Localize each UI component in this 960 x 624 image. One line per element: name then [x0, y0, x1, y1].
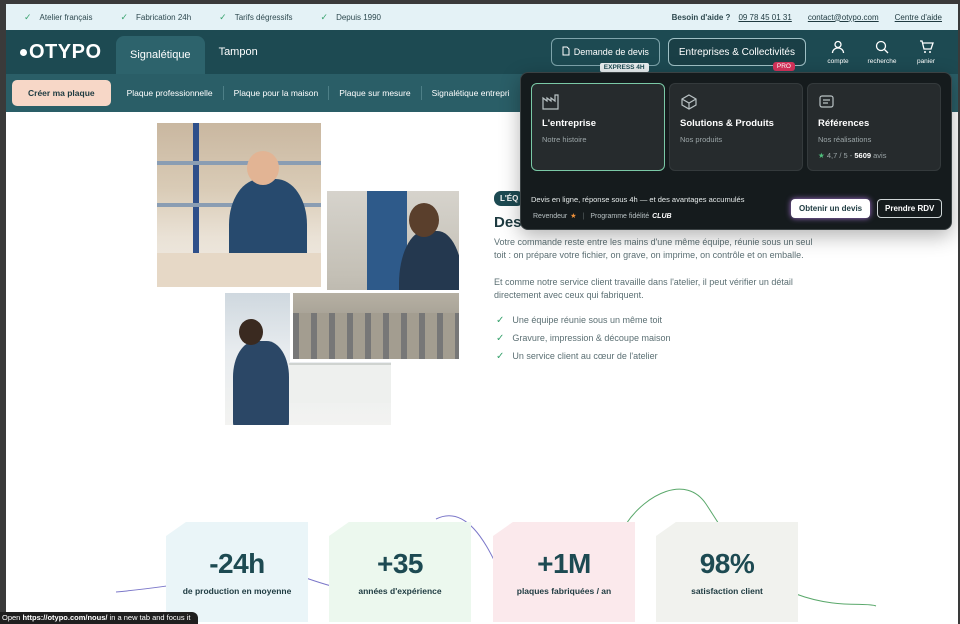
search-button[interactable]: recherche [860, 40, 904, 65]
list-item: ✓ Une équipe réunie sous un même toit [496, 314, 662, 326]
factory-icon [542, 94, 654, 112]
benefits-list: ✓ Une équipe réunie sous un même toit ✓ Gr… [496, 311, 670, 365]
rating-line: ★ 4,7 / 5 - 5609 avis [818, 151, 887, 160]
perk-item: ✓ Tarifs dégressifs [219, 11, 293, 22]
subnav-item-pro[interactable]: Plaque professionnelle [117, 86, 224, 100]
help-label: Besoin d'aide ? [671, 12, 731, 22]
stat-value: +35 [377, 548, 424, 579]
stat-card: +35 années d'expérience [329, 522, 471, 622]
stat-label: plaques fabriquées / an [516, 586, 612, 596]
check-icon: ✓ [219, 11, 227, 22]
subnav-item-signaletique[interactable]: Signalétique entrepri [422, 86, 520, 100]
section-title: Des [494, 214, 522, 231]
menu-card-entreprise[interactable]: L'entreprise Notre histoire [531, 83, 665, 171]
check-icon: ✓ [320, 11, 329, 22]
section-paragraph: Et comme notre service client travaille … [494, 277, 793, 300]
entreprises-dropdown-menu: L'entreprise Notre histoire Solutions & … [520, 72, 952, 230]
tab-signaletique[interactable]: Signalétique [116, 36, 205, 74]
link-status-bar: Open https://otypo.com/nous/ in a new ta… [0, 612, 199, 624]
document-icon [562, 46, 570, 58]
tab-tampon[interactable]: Tampon [205, 30, 272, 74]
stat-card: +1M plaques fabriquées / an [493, 522, 635, 622]
check-icon: ✓ [496, 314, 505, 326]
logo[interactable]: OTYPO [20, 41, 116, 64]
workshop-photo-packing [154, 120, 324, 290]
help-center-link[interactable]: Centre d'aide [895, 13, 942, 22]
get-quote-button[interactable]: Obtenir un devis [791, 199, 871, 218]
menu-card-references[interactable]: Références Nos réalisations ★ 4,7 / 5 - … [807, 83, 941, 171]
perk-item: ✓ Fabrication 24h [120, 11, 192, 22]
pro-badge: PRO [772, 62, 795, 71]
logo-dot [20, 48, 27, 56]
cart-icon [919, 39, 934, 58]
stat-card: 98% satisfaction client [656, 522, 798, 622]
cart-button[interactable]: panier [904, 39, 948, 65]
list-item: ✓ Un service client au cœur de l'atelier [496, 350, 658, 362]
quote-request-button[interactable]: Demande de devis EXPRESS 4H [550, 38, 660, 72]
subnav-item-maison[interactable]: Plaque pour la maison [224, 86, 330, 100]
user-icon [831, 40, 845, 58]
top-utility-bar: ✓ Atelier français ✓ Fabrication 24h ✓ Tari… [6, 4, 958, 30]
stat-label: de production en moyenne [182, 586, 292, 596]
check-icon: ✓ [496, 350, 505, 362]
menu-card-solutions[interactable]: Solutions & Produits Nos produits [669, 83, 803, 171]
quote-icon [818, 94, 930, 112]
create-plate-button[interactable]: Créer ma plaque [12, 80, 111, 106]
main-navigation: OTYPO Signalétique Tampon Demande de dev… [6, 30, 958, 74]
stat-card: -24h de production en moyenne [166, 522, 308, 622]
search-icon [875, 40, 889, 58]
promo-subline: Revendeur ★ | Programme fidélité CLUB [533, 212, 672, 221]
phone-link[interactable]: 09 78 45 01 31 [738, 13, 791, 22]
perk-item: ✓ Atelier français [24, 11, 93, 22]
check-icon: ✓ [120, 11, 129, 22]
stat-value: +1M [537, 548, 591, 579]
workshop-photo-shelves [290, 290, 462, 362]
perk-item: ✓ Depuis 1990 [320, 11, 381, 22]
subnav-item-sur-mesure[interactable]: Plaque sur mesure [329, 86, 422, 100]
decorative-curves [115, 488, 877, 607]
stat-label: satisfaction client [691, 586, 763, 596]
check-icon: ✓ [496, 332, 505, 344]
promo-text: Devis en ligne, réponse sous 4h — et des… [531, 195, 745, 204]
stat-label: années d'expérience [358, 586, 442, 596]
stat-value: -24h [209, 548, 265, 579]
star-icon: ★ [570, 213, 577, 220]
club-logo: CLUB [652, 212, 672, 220]
browser-viewport: ✓ Atelier français ✓ Fabrication 24h ✓ Tari… [6, 4, 958, 624]
account-button[interactable]: compte [816, 40, 860, 65]
box-icon [680, 94, 792, 112]
book-appointment-button[interactable]: Prendre RDV [877, 199, 943, 218]
express-badge: EXPRESS 4H [599, 63, 649, 72]
email-link[interactable]: contact@otypo.com [808, 13, 879, 22]
entreprises-button[interactable]: Entreprises & Collectivités PRO [667, 38, 806, 71]
stat-value: 98% [699, 548, 755, 579]
star-icon: ★ [818, 151, 825, 160]
section-paragraph: Votre commande reste entre les mains d'u… [494, 237, 813, 260]
list-item: ✓ Gravure, impression & découpe maison [496, 332, 671, 344]
check-icon: ✓ [24, 11, 32, 22]
